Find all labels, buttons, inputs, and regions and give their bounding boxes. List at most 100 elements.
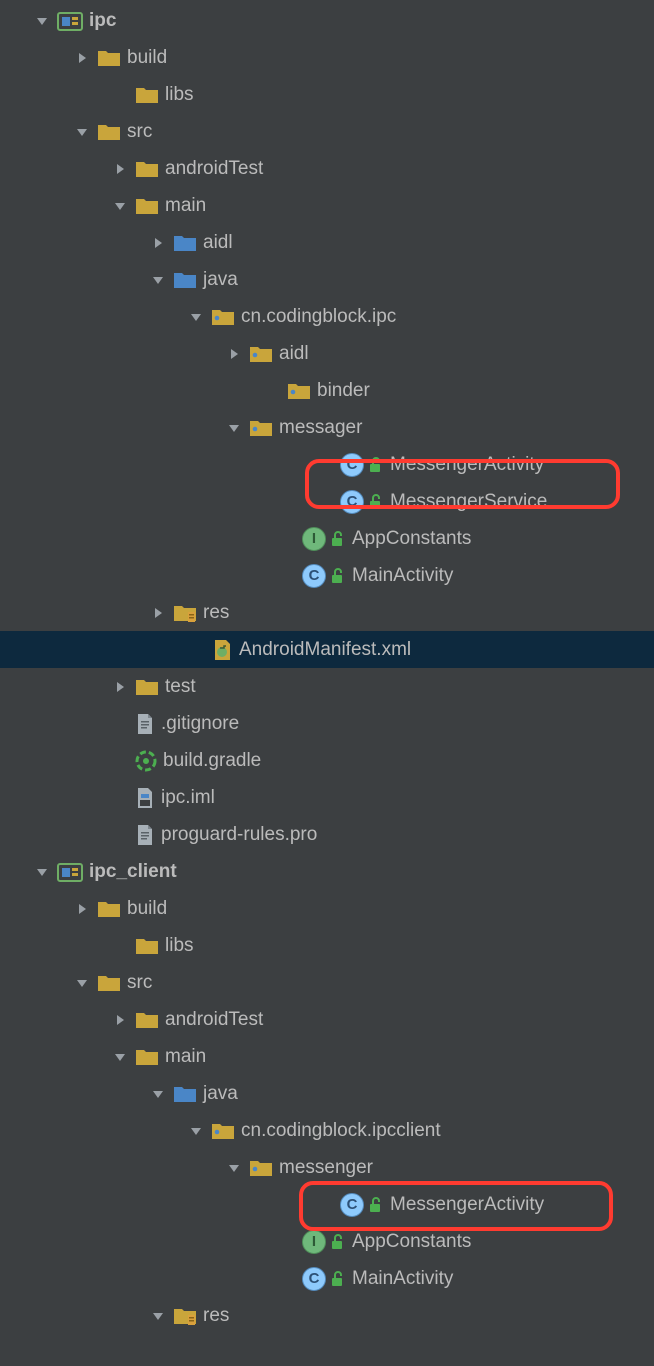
tree-row[interactable]: androidTest <box>0 150 654 187</box>
tree-label: res <box>203 602 229 624</box>
tree-label: MessengerService <box>390 491 547 513</box>
collapse-arrow-icon[interactable] <box>113 680 127 694</box>
expand-arrow-icon[interactable] <box>227 421 241 435</box>
tree-row[interactable]: src <box>0 964 654 1001</box>
tree-label: MainActivity <box>352 565 453 587</box>
tree-row[interactable]: main <box>0 1038 654 1075</box>
tree-row[interactable]: main <box>0 187 654 224</box>
folder-icon <box>97 899 121 919</box>
expand-arrow-icon[interactable] <box>35 865 49 879</box>
tree-row[interactable]: ipc <box>0 2 654 39</box>
tree-row[interactable]: CMainActivity <box>0 1260 654 1297</box>
expand-arrow-icon[interactable] <box>151 1087 165 1101</box>
unlock-icon <box>368 493 384 511</box>
tree-label: aidl <box>279 343 309 365</box>
tree-row[interactable]: IAppConstants <box>0 1223 654 1260</box>
folder-icon <box>173 1084 197 1104</box>
tree-label: .gitignore <box>161 713 239 735</box>
tree-label: messenger <box>279 1157 373 1179</box>
tree-label: ipc <box>89 10 116 32</box>
tree-row[interactable]: java <box>0 1075 654 1112</box>
tree-label: java <box>203 1083 238 1105</box>
tree-row[interactable]: CMainActivity <box>0 557 654 594</box>
tree-row[interactable]: messenger <box>0 1149 654 1186</box>
folder-icon <box>211 1121 235 1141</box>
folder-icon <box>173 270 197 290</box>
tree-row[interactable]: cn.codingblock.ipcclient <box>0 1112 654 1149</box>
collapse-arrow-icon[interactable] <box>75 51 89 65</box>
class-icon: C <box>340 490 364 514</box>
class-icon: C <box>340 1193 364 1217</box>
tree-label: MessengerActivity <box>390 1194 544 1216</box>
expand-arrow-icon[interactable] <box>151 273 165 287</box>
expand-arrow-icon[interactable] <box>189 310 203 324</box>
expand-arrow-icon[interactable] <box>227 1161 241 1175</box>
tree-label: MessengerActivity <box>390 454 544 476</box>
iml-icon <box>135 787 155 809</box>
tree-row[interactable]: cn.codingblock.ipc <box>0 298 654 335</box>
tree-row[interactable]: src <box>0 113 654 150</box>
tree-row[interactable]: .gitignore <box>0 705 654 742</box>
tree-label: cn.codingblock.ipcclient <box>241 1120 441 1142</box>
tree-label: build <box>127 47 167 69</box>
folder-icon <box>97 973 121 993</box>
tree-row[interactable]: C MessengerActivity <box>0 1186 654 1223</box>
tree-row[interactable]: libs <box>0 76 654 113</box>
tree-row[interactable]: IAppConstants <box>0 520 654 557</box>
folder-icon <box>287 381 311 401</box>
tree-label: libs <box>165 84 194 106</box>
class-icon: C <box>340 453 364 477</box>
tree-label: AndroidManifest.xml <box>239 639 411 661</box>
tree-row[interactable]: androidTest <box>0 1001 654 1038</box>
tree-row[interactable]: C MessengerActivity <box>0 446 654 483</box>
tree-row[interactable]: res <box>0 1297 654 1334</box>
collapse-arrow-icon[interactable] <box>75 902 89 916</box>
tree-label: binder <box>317 380 370 402</box>
tree-label: androidTest <box>165 158 263 180</box>
expand-arrow-icon[interactable] <box>75 976 89 990</box>
tree-row[interactable]: libs <box>0 927 654 964</box>
expand-arrow-icon[interactable] <box>35 14 49 28</box>
tree-row[interactable]: C MessengerService <box>0 483 654 520</box>
unlock-icon <box>330 1270 346 1288</box>
tree-row[interactable]: test <box>0 668 654 705</box>
expand-arrow-icon[interactable] <box>151 1309 165 1323</box>
collapse-arrow-icon[interactable] <box>151 236 165 250</box>
tree-row[interactable]: ipc.iml <box>0 779 654 816</box>
tree-row[interactable]: build.gradle <box>0 742 654 779</box>
expand-arrow-icon[interactable] <box>113 1050 127 1064</box>
class-icon: C <box>302 1267 326 1291</box>
tree-row[interactable]: AndroidManifest.xml <box>0 631 654 668</box>
tree-label: libs <box>165 935 194 957</box>
collapse-arrow-icon[interactable] <box>113 162 127 176</box>
tree-row[interactable]: aidl <box>0 335 654 372</box>
expand-arrow-icon[interactable] <box>189 1124 203 1138</box>
tree-label: cn.codingblock.ipc <box>241 306 396 328</box>
tree-label: build.gradle <box>163 750 261 772</box>
tree-row[interactable]: binder <box>0 372 654 409</box>
tree-row[interactable]: aidl <box>0 224 654 261</box>
folder-icon <box>249 418 273 438</box>
tree-label: aidl <box>203 232 233 254</box>
tree-label: messager <box>279 417 362 439</box>
project-tree[interactable]: ipcbuildlibssrcandroidTestmainaidljavacn… <box>0 0 654 1334</box>
tree-row[interactable]: proguard-rules.pro <box>0 816 654 853</box>
module-icon <box>57 861 83 883</box>
file-icon <box>135 824 155 846</box>
unlock-icon <box>368 456 384 474</box>
module-icon <box>57 10 83 32</box>
tree-row[interactable]: ipc_client <box>0 853 654 890</box>
expand-arrow-icon[interactable] <box>113 199 127 213</box>
tree-row[interactable]: java <box>0 261 654 298</box>
tree-row[interactable]: build <box>0 39 654 76</box>
tree-row[interactable]: build <box>0 890 654 927</box>
collapse-arrow-icon[interactable] <box>151 606 165 620</box>
expand-arrow-icon[interactable] <box>75 125 89 139</box>
interface-icon: I <box>302 1230 326 1254</box>
folder-icon <box>135 159 159 179</box>
tree-label: AppConstants <box>352 528 471 550</box>
tree-row[interactable]: res <box>0 594 654 631</box>
collapse-arrow-icon[interactable] <box>113 1013 127 1027</box>
tree-row[interactable]: messager <box>0 409 654 446</box>
collapse-arrow-icon[interactable] <box>227 347 241 361</box>
